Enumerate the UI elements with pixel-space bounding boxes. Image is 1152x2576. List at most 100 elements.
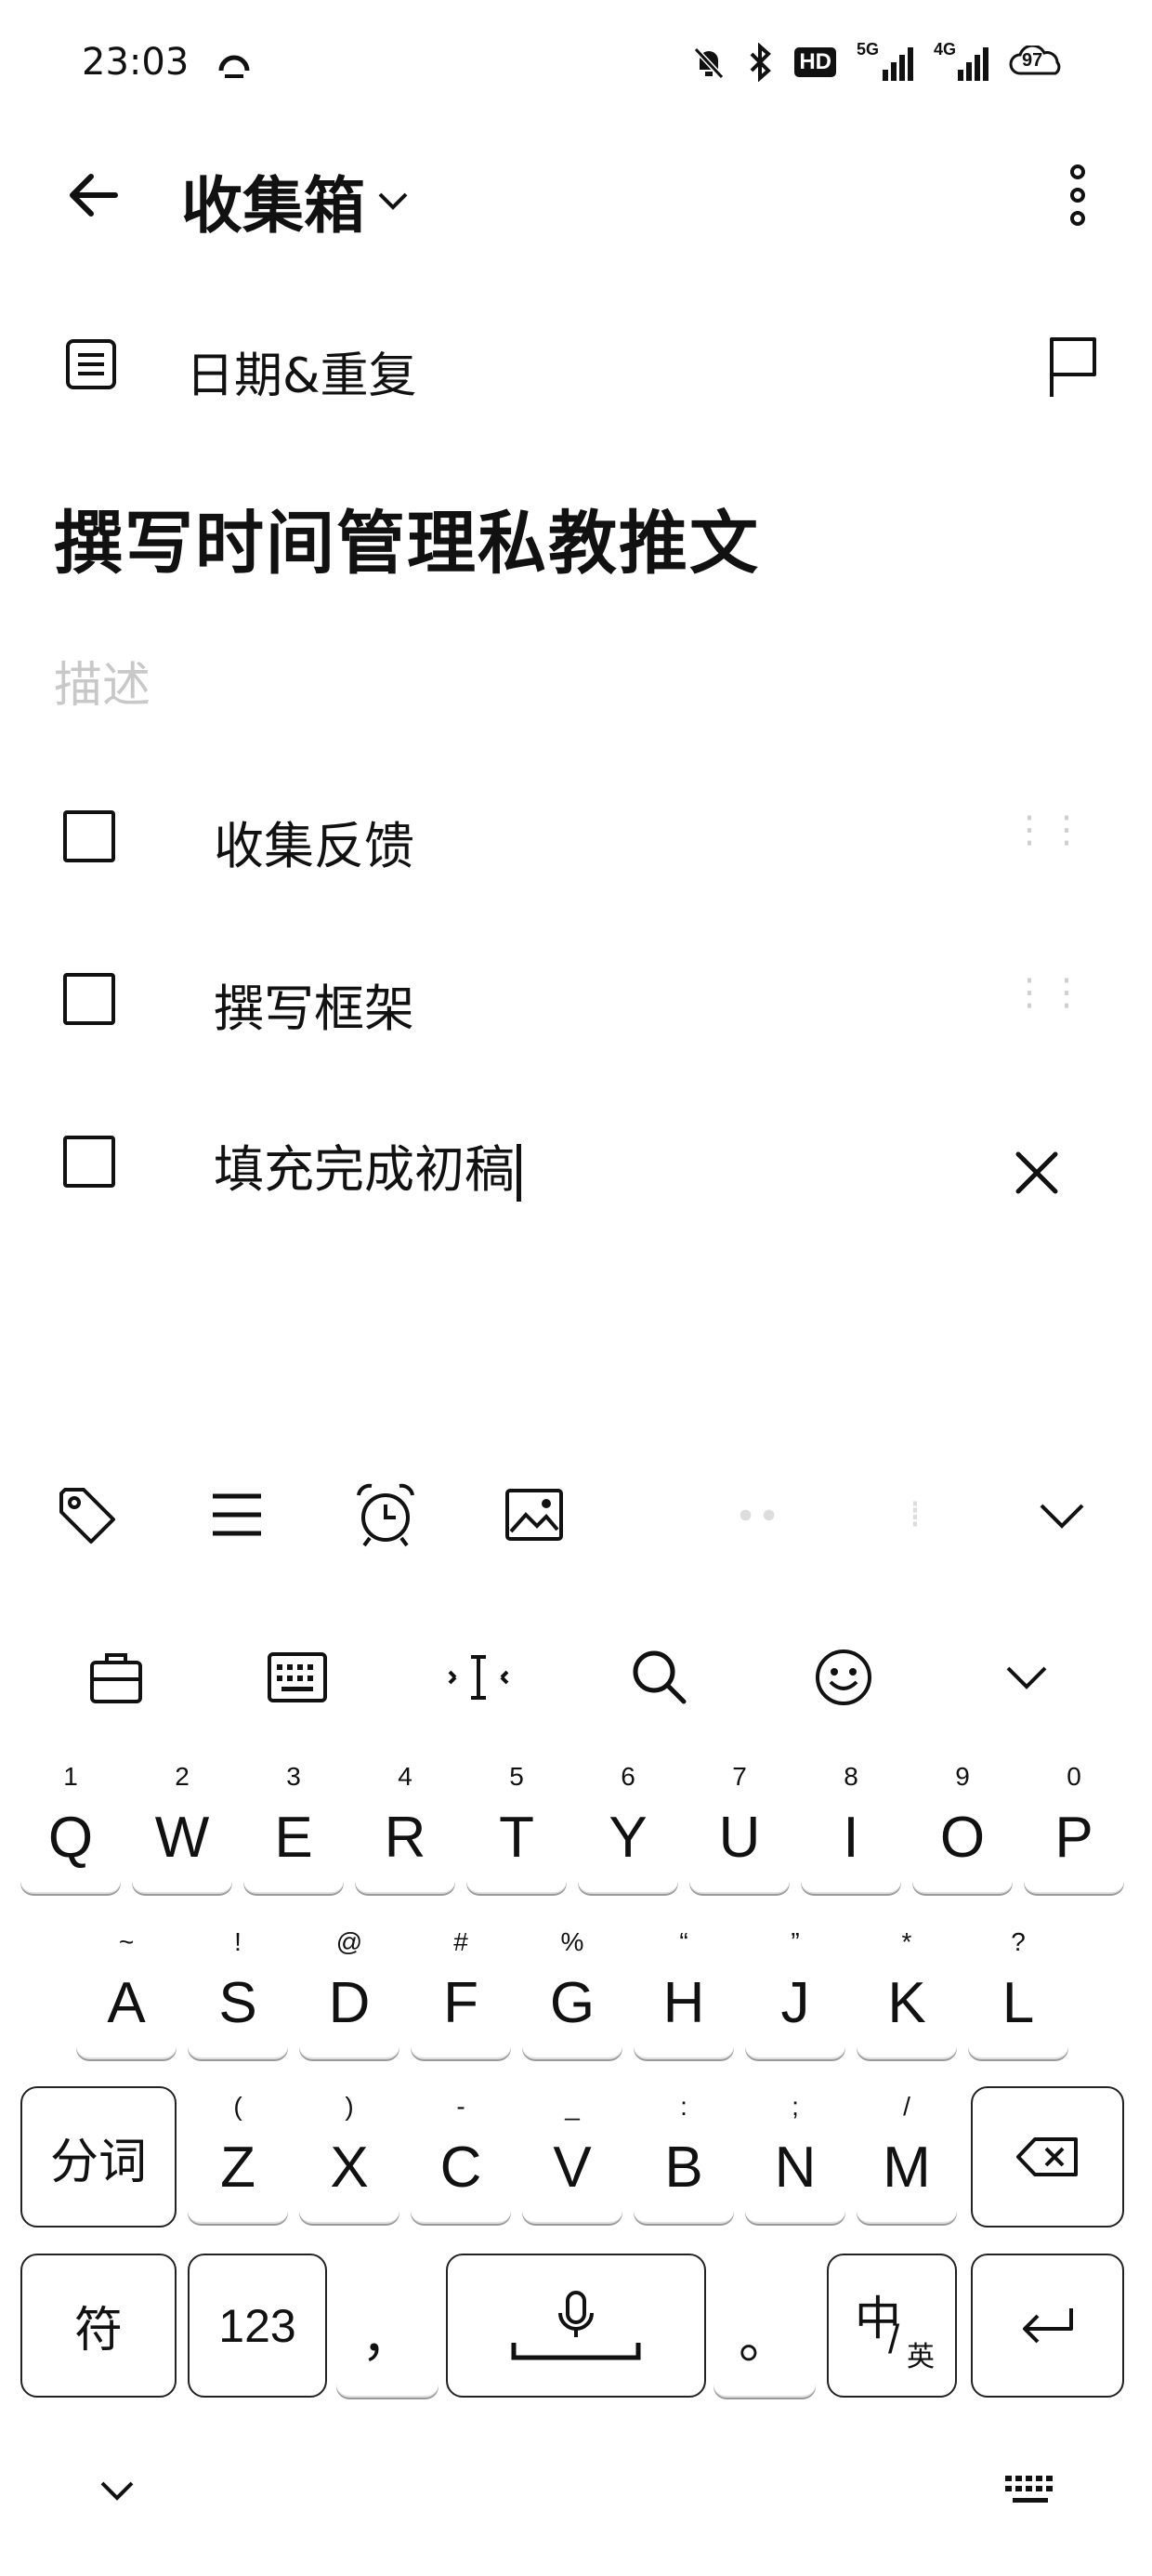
- more-vertical-icon: [1070, 164, 1085, 226]
- comma-key[interactable]: ，: [336, 2254, 439, 2398]
- key-e[interactable]: 3E: [243, 1756, 344, 1894]
- key-o[interactable]: 9O: [912, 1756, 1013, 1894]
- key-label: E: [274, 1805, 313, 1870]
- faded-tool-1[interactable]: ∙∙: [725, 1482, 790, 1547]
- nav-hide-keyboard-button[interactable]: [89, 2467, 145, 2514]
- key-d[interactable]: @ D: [299, 1922, 399, 2059]
- checklist-item: 填充完成初稿: [0, 1106, 1152, 1217]
- key-hint: %: [560, 1927, 584, 1956]
- key-label: B: [664, 2135, 703, 2200]
- space-key[interactable]: [446, 2254, 706, 2398]
- key-p[interactable]: 0P: [1024, 1756, 1124, 1894]
- enter-key[interactable]: [971, 2254, 1124, 2398]
- key-hint: ;: [792, 2092, 799, 2121]
- key-j[interactable]: ” J: [745, 1922, 845, 2059]
- key-label: F: [443, 1970, 478, 2035]
- collapse-toolbar-button[interactable]: [1029, 1482, 1094, 1547]
- checklist-item-text[interactable]: 撰写框架: [214, 967, 414, 1041]
- period-key[interactable]: 。: [713, 2254, 816, 2398]
- key-k[interactable]: * K: [857, 1922, 957, 2059]
- cursor-move-icon: [448, 1655, 509, 1700]
- keyboard-layout-button[interactable]: [265, 1645, 330, 1710]
- key-q[interactable]: 1Q: [20, 1756, 121, 1894]
- key-y[interactable]: 6Y: [578, 1756, 678, 1894]
- key-a[interactable]: ~ A: [76, 1922, 177, 2059]
- drag-handle-icon[interactable]: ⋮⋮: [1011, 808, 1085, 851]
- list-icon: [213, 1493, 261, 1536]
- list-selector[interactable]: 收集箱: [181, 156, 412, 245]
- key-b[interactable]: :B: [634, 2086, 734, 2224]
- key-g[interactable]: % G: [522, 1922, 622, 2059]
- task-title[interactable]: 撰写时间管理私教推文: [54, 488, 760, 587]
- key-hint: “: [679, 1927, 688, 1956]
- enter-icon: [1022, 2307, 1073, 2343]
- key-label: J: [780, 1970, 810, 2035]
- list-mode-button[interactable]: [204, 1482, 269, 1547]
- more-button[interactable]: [1054, 158, 1101, 232]
- chevron-down-icon: [100, 2481, 134, 2501]
- faded-tool-2[interactable]: ⁞: [883, 1482, 948, 1547]
- key-n[interactable]: ; N: [745, 2086, 845, 2224]
- app-notification-icon: [216, 48, 253, 85]
- key-hint: 1: [63, 1762, 78, 1791]
- key-x[interactable]: ) X: [299, 2086, 399, 2224]
- key-label: V: [553, 2135, 592, 2200]
- key-label: I: [843, 1805, 859, 1870]
- symbol-key[interactable]: 符: [20, 2254, 177, 2398]
- clipboard-button[interactable]: [84, 1645, 149, 1710]
- key-v[interactable]: _ V: [522, 2086, 622, 2224]
- key-t[interactable]: 5T: [466, 1756, 567, 1894]
- hd-icon: HD: [794, 47, 836, 77]
- date-repeat-button[interactable]: 日期&重复: [186, 336, 417, 406]
- nav-keyboard-switch-button[interactable]: [1003, 2472, 1059, 2509]
- emoji-button[interactable]: [811, 1645, 876, 1710]
- key-i[interactable]: 8I: [801, 1756, 901, 1894]
- reminder-button[interactable]: [353, 1482, 418, 1547]
- key-label: L: [1001, 1970, 1035, 2035]
- key-label: P: [1054, 1805, 1093, 1870]
- key-w[interactable]: 2W: [132, 1756, 232, 1894]
- clear-item-button[interactable]: [1007, 1143, 1067, 1203]
- back-button[interactable]: [56, 158, 130, 232]
- checkbox[interactable]: [63, 810, 115, 862]
- description-field[interactable]: 描述: [54, 646, 151, 716]
- key-label: K: [887, 1970, 926, 2035]
- backspace-key[interactable]: [971, 2086, 1124, 2228]
- checklist-item: 撰写框架 ⋮⋮: [0, 943, 1152, 1055]
- key-c[interactable]: -C: [411, 2086, 511, 2224]
- key-hint: 4: [398, 1762, 412, 1791]
- checklist-item-text[interactable]: 收集反馈: [214, 805, 414, 878]
- checklist-item-input[interactable]: 填充完成初稿: [214, 1128, 521, 1203]
- cursor-move-button[interactable]: [446, 1645, 511, 1710]
- key-label: S: [218, 1970, 257, 2035]
- backspace-icon: [1015, 2137, 1078, 2176]
- tag-button[interactable]: [54, 1482, 119, 1547]
- insert-image-button[interactable]: [502, 1482, 567, 1547]
- bluetooth-icon: [750, 43, 772, 82]
- key-h[interactable]: “H: [634, 1922, 734, 2059]
- language-switch-key[interactable]: 中 / 英: [827, 2254, 957, 2398]
- note-type-button[interactable]: [59, 333, 123, 396]
- key-z[interactable]: (Z: [188, 2086, 288, 2224]
- 5g-signal-icon: 5G: [857, 40, 913, 81]
- key-label: T: [499, 1805, 534, 1870]
- segment-key[interactable]: 分词: [20, 2086, 177, 2228]
- checkbox[interactable]: [63, 973, 115, 1025]
- priority-flag-button[interactable]: [1039, 330, 1106, 404]
- microphone-icon: [511, 2290, 641, 2359]
- checkbox[interactable]: [63, 1136, 115, 1188]
- key-label: U: [718, 1805, 761, 1870]
- key-m[interactable]: / M: [857, 2086, 957, 2224]
- key-l[interactable]: ? L: [968, 1922, 1068, 2059]
- key-s[interactable]: ! S: [188, 1922, 288, 2059]
- key-f[interactable]: # F: [411, 1922, 511, 2059]
- key-hint: #: [453, 1927, 468, 1956]
- search-button[interactable]: [627, 1645, 692, 1710]
- key-u[interactable]: 7U: [689, 1756, 790, 1894]
- number-key[interactable]: 123: [188, 2254, 327, 2398]
- flag-icon: [1050, 337, 1096, 397]
- key-hint: ): [345, 2092, 354, 2121]
- drag-handle-icon[interactable]: ⋮⋮: [1011, 971, 1085, 1014]
- key-r[interactable]: 4R: [355, 1756, 455, 1894]
- hide-keyboard-button[interactable]: [994, 1645, 1059, 1710]
